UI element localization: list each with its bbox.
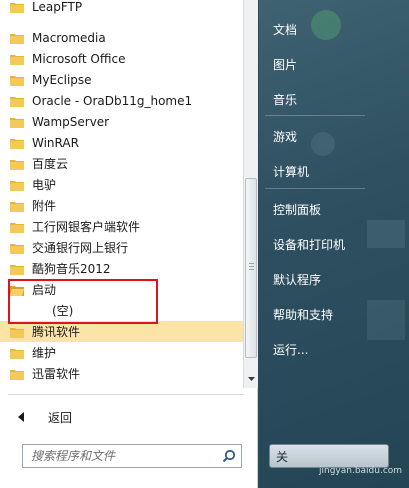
program-label: 维护 <box>32 346 57 360</box>
program-folder-macromedia[interactable]: Macromedia <box>0 27 243 48</box>
all-programs-list: LeapFTP Macromedia Microsoft Office MyEc… <box>0 0 243 388</box>
right-item-games[interactable]: 游戏 <box>273 128 297 145</box>
start-menu-right-pane: 文档 图片 音乐 游戏 计算机 控制面板 设备和打印机 默认程序 帮助和支持 运… <box>259 0 409 488</box>
program-label: 腾讯软件 <box>32 325 81 339</box>
programs-pane: LeapFTP Macromedia Microsoft Office MyEc… <box>0 0 258 488</box>
program-label: WinRAR <box>32 135 79 150</box>
folder-icon <box>10 347 24 359</box>
right-item-music[interactable]: 音乐 <box>273 91 297 108</box>
folder-icon <box>10 1 24 13</box>
folder-icon <box>10 242 24 254</box>
program-folder-microsoft-office[interactable]: Microsoft Office <box>0 48 243 69</box>
program-folder-icbc[interactable]: 工行网银客户端软件 <box>0 216 243 237</box>
scroll-thumb[interactable] <box>245 178 257 358</box>
program-label: 电驴 <box>32 178 57 192</box>
right-item-run[interactable]: 运行... <box>273 341 308 358</box>
program-label: MyEclipse <box>32 72 92 87</box>
back-arrow-icon <box>18 412 24 422</box>
program-folder-oracle[interactable]: Oracle - OraDb11g_home1 <box>0 90 243 111</box>
program-label: Macromedia <box>32 30 106 45</box>
right-item-computer[interactable]: 计算机 <box>273 163 309 180</box>
right-item-default-programs[interactable]: 默认程序 <box>273 271 321 288</box>
right-item-help-support[interactable]: 帮助和支持 <box>273 306 333 323</box>
program-folder-xunlei[interactable]: 迅雷软件 <box>0 363 243 384</box>
folder-icon <box>10 200 24 212</box>
right-item-devices-printers[interactable]: 设备和打印机 <box>273 236 345 253</box>
red-highlight-annotation <box>8 279 158 324</box>
program-folder-maintenance[interactable]: 维护 <box>0 342 243 363</box>
program-label: 酷狗音乐2012 <box>32 262 111 276</box>
folder-icon <box>10 221 24 233</box>
program-folder-winrar[interactable]: WinRAR <box>0 132 243 153</box>
folder-icon <box>10 326 24 338</box>
program-label: WampServer <box>32 114 110 129</box>
program-folder-leapftp[interactable]: LeapFTP <box>0 0 243 17</box>
program-folder-accessories[interactable]: 附件 <box>0 195 243 216</box>
folder-icon <box>10 158 24 170</box>
right-item-pictures[interactable]: 图片 <box>273 56 297 73</box>
shutdown-button[interactable]: 关 <box>269 444 389 468</box>
program-label: 工行网银客户端软件 <box>32 220 141 234</box>
folder-icon <box>10 263 24 275</box>
search-input[interactable] <box>31 446 217 466</box>
scroll-down-arrow-icon[interactable] <box>244 372 258 386</box>
divider <box>265 115 365 116</box>
program-folder-bankcomm[interactable]: 交通银行网上银行 <box>0 237 243 258</box>
programs-scrollbar[interactable] <box>243 0 258 388</box>
right-item-control-panel[interactable]: 控制面板 <box>273 201 321 218</box>
search-box <box>22 444 242 468</box>
folder-icon <box>10 116 24 128</box>
folder-icon <box>10 74 24 86</box>
background-decoration <box>367 220 405 248</box>
folder-icon <box>10 53 24 65</box>
back-button[interactable]: 返回 <box>10 404 242 430</box>
program-label: 迅雷软件 <box>32 367 81 381</box>
program-label: Microsoft Office <box>32 51 126 66</box>
program-label: 百度云 <box>32 157 69 171</box>
back-label: 返回 <box>48 410 73 425</box>
program-folder-kugou[interactable]: 酷狗音乐2012 <box>0 258 243 279</box>
program-label: LeapFTP <box>32 0 83 14</box>
program-folder-wampserver[interactable]: WampServer <box>0 111 243 132</box>
program-label: 交通银行网上银行 <box>32 241 129 255</box>
program-folder-myeclipse[interactable]: MyEclipse <box>0 69 243 90</box>
program-folder-baiduyun[interactable]: 百度云 <box>0 153 243 174</box>
folder-icon <box>10 95 24 107</box>
right-item-documents[interactable]: 文档 <box>273 21 297 38</box>
program-label: Oracle - OraDb11g_home1 <box>32 93 193 108</box>
program-label: 附件 <box>32 199 57 213</box>
program-folder-dianlv[interactable]: 电驴 <box>0 174 243 195</box>
divider <box>8 394 244 395</box>
folder-icon <box>10 368 24 380</box>
background-decoration <box>311 132 335 156</box>
background-decoration <box>311 10 341 40</box>
folder-icon <box>10 179 24 191</box>
shutdown-label: 关 <box>276 449 289 464</box>
search-icon[interactable] <box>217 445 241 467</box>
folder-icon <box>10 137 24 149</box>
watermark: jingyan.baidu.com <box>319 466 403 476</box>
folder-icon <box>10 32 24 44</box>
program-folder-tencent[interactable]: 腾讯软件 <box>0 321 243 342</box>
divider <box>265 188 365 189</box>
background-decoration <box>367 300 405 340</box>
